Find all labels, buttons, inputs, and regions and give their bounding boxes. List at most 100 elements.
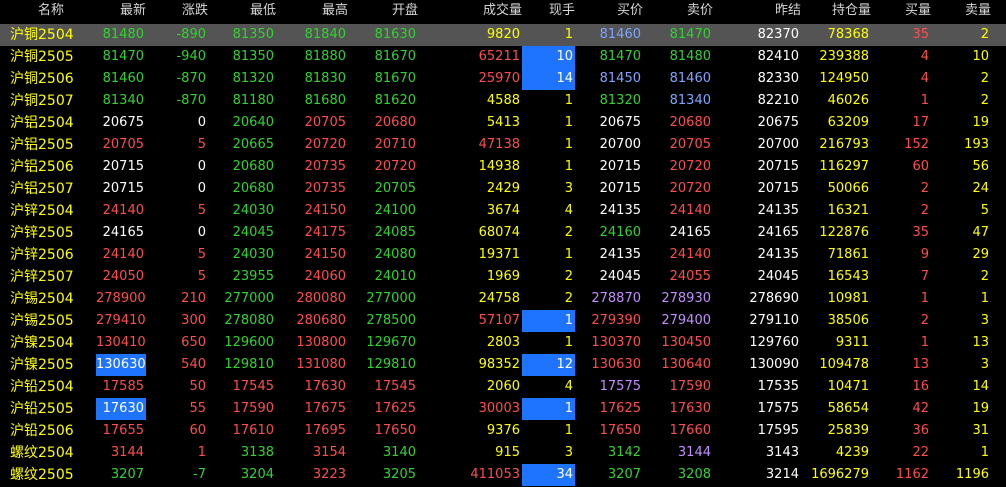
col-header-hand[interactable]: 现手 [522, 0, 575, 22]
cell-ask: 17630 [669, 401, 711, 416]
quote-row[interactable]: 沪铝2504 20675 0 20640 20705 20680 5413 1 20675 206… [0, 112, 1006, 134]
col-header-prev-settle[interactable]: 昨结 [713, 0, 801, 22]
quote-row[interactable]: 沪铝2505 20705 5 20665 20720 20710 47138 1 20700 20… [0, 134, 1006, 156]
quote-row[interactable]: 沪铜2505 81470 -940 81350 81880 81670 65211 10 814… [0, 46, 1006, 68]
cell-change: 540 [181, 357, 206, 372]
cell-ask-vol: 31 [972, 423, 989, 438]
cell-prev: 82330 [757, 71, 799, 86]
quote-row[interactable]: 沪铜2507 81340 -870 81180 81680 81620 4588 1 81320… [0, 90, 1006, 112]
cell-change: 0 [197, 181, 206, 196]
cell-prev: 3143 [765, 445, 799, 460]
cell-volume: 57107 [478, 313, 520, 328]
cell-volume: 2060 [486, 379, 520, 394]
quote-row[interactable]: 沪铜2504 81480 -890 81350 81840 81630 9820 1 81460… [0, 24, 1006, 46]
quote-row[interactable]: 沪铅2505 17630 55 17590 17675 17625 30003 1 17625 1… [0, 398, 1006, 420]
cell-hand: 1 [564, 27, 573, 42]
cell-bid: 24160 [599, 225, 641, 240]
col-header-change[interactable]: 涨跌 [146, 0, 208, 22]
cell-bid-vol: 2 [920, 313, 929, 328]
col-header-ask[interactable]: 卖价 [643, 0, 713, 22]
col-header-bid-vol[interactable]: 买量 [871, 0, 931, 22]
quote-row[interactable]: 沪锌2505 24165 0 24045 24175 24085 68074 2 24160 24… [0, 222, 1006, 244]
cell-position: 9311 [835, 335, 869, 350]
cell-high: 3223 [312, 467, 346, 482]
cell-ask: 130640 [661, 357, 711, 372]
quote-row[interactable]: 沪铝2506 20715 0 20680 20735 20720 14938 1 20715 20… [0, 156, 1006, 178]
cell-bid: 17575 [599, 379, 641, 394]
quote-row[interactable]: 沪锡2504 278900 210 277000 280080 277000 24758 2 2… [0, 288, 1006, 310]
cell-low: 277000 [224, 291, 274, 306]
cell-low: 24030 [232, 247, 274, 262]
cell-ask-vol: 13 [972, 335, 989, 350]
cell-ask: 81480 [669, 49, 711, 64]
cell-bid-vol: 36 [912, 423, 929, 438]
col-header-bid[interactable]: 买价 [575, 0, 643, 22]
cell-high: 280680 [296, 313, 346, 328]
cell-change: 210 [181, 291, 206, 306]
cell-high: 280080 [296, 291, 346, 306]
quote-row[interactable]: 沪铅2504 17585 50 17545 17630 17545 2060 4 17575 17… [0, 376, 1006, 398]
col-header-position[interactable]: 持仓量 [801, 0, 871, 22]
cell-name: 沪铝2505 [10, 137, 74, 153]
cell-bid: 81450 [599, 71, 641, 86]
cell-hand: 10 [522, 46, 575, 68]
col-header-name[interactable]: 名称 [0, 0, 96, 22]
cell-position: 50066 [827, 181, 869, 196]
cell-change: 0 [197, 225, 206, 240]
col-header-open[interactable]: 开盘 [348, 0, 418, 22]
cell-ask: 20680 [669, 115, 711, 130]
quote-row[interactable]: 沪镍2505 130630 540 129810 131080 129810 98352 12… [0, 354, 1006, 376]
cell-name: 沪铅2505 [10, 401, 74, 417]
quote-row[interactable]: 沪锌2506 24140 5 24030 24150 24080 19371 1 24135 24… [0, 244, 1006, 266]
cell-open: 129670 [366, 335, 416, 350]
cell-name: 沪铅2504 [10, 379, 74, 395]
quote-row[interactable]: 沪铜2506 81460 -870 81320 81830 81670 25970 14 814… [0, 68, 1006, 90]
cell-position: 38506 [827, 313, 869, 328]
cell-position: 58654 [827, 401, 869, 416]
cell-low: 17610 [232, 423, 274, 438]
cell-position: 122876 [819, 225, 869, 240]
quote-row[interactable]: 沪锡2505 279410 300 278080 280680 278500 57107 1 2… [0, 310, 1006, 332]
cell-ask: 24140 [669, 203, 711, 218]
cell-bid-vol: 9 [920, 247, 929, 262]
cell-ask-vol: 2 [980, 71, 989, 86]
col-header-high[interactable]: 最高 [276, 0, 348, 22]
col-header-ask-vol[interactable]: 卖量 [931, 0, 991, 22]
futures-quote-table: 名称 最新 涨跌 最低 最高 开盘 成交量 现手 买价 卖价 昨结 持仓量 买量… [0, 0, 1006, 487]
cell-low: 81180 [232, 93, 274, 108]
cell-low: 278080 [224, 313, 274, 328]
cell-ask: 3208 [677, 467, 711, 482]
quote-row[interactable]: 螺纹2504 3144 1 3138 3154 3140 915 3 3142 3144 3143 4… [0, 442, 1006, 464]
cell-hand: 2 [564, 225, 573, 240]
quote-row[interactable]: 螺纹2505 3207 -7 3204 3223 3205 411053 34 3207 3208… [0, 464, 1006, 486]
cell-ask: 81460 [669, 71, 711, 86]
cell-low: 23955 [232, 269, 274, 284]
cell-change: 55 [189, 401, 206, 416]
cell-name: 螺纹2504 [10, 445, 74, 461]
quote-row[interactable]: 沪锌2504 24140 5 24030 24150 24100 3674 4 24135 241… [0, 200, 1006, 222]
cell-low: 20665 [232, 137, 274, 152]
cell-hand: 14 [522, 68, 575, 90]
cell-open: 81620 [374, 93, 416, 108]
quote-row[interactable]: 沪铅2506 17655 60 17610 17695 17650 9376 1 17650 17… [0, 420, 1006, 442]
cell-position: 1696279 [811, 467, 869, 482]
cell-volume: 68074 [478, 225, 520, 240]
cell-bid-vol: 42 [912, 401, 929, 416]
quote-row[interactable]: 沪镍2504 130410 650 129600 130800 129670 2803 1 13… [0, 332, 1006, 354]
cell-volume: 411053 [470, 467, 520, 482]
cell-ask: 24055 [669, 269, 711, 284]
cell-name: 螺纹2505 [10, 467, 74, 483]
cell-prev: 24165 [757, 225, 799, 240]
col-header-volume[interactable]: 成交量 [418, 0, 522, 22]
quote-row[interactable]: 沪锌2507 24050 5 23955 24060 24010 1969 2 24045 240… [0, 266, 1006, 288]
cell-open: 278500 [366, 313, 416, 328]
cell-last: 20705 [102, 137, 144, 152]
cell-change: -870 [176, 71, 206, 86]
cell-ask-vol: 29 [972, 247, 989, 262]
col-header-last[interactable]: 最新 [96, 0, 146, 22]
col-header-low[interactable]: 最低 [208, 0, 276, 22]
cell-name: 沪铜2507 [10, 93, 74, 109]
quote-row[interactable]: 沪铝2507 20715 0 20680 20735 20705 2429 3 20715 207… [0, 178, 1006, 200]
cell-last: 81340 [102, 93, 144, 108]
cell-bid: 24135 [599, 203, 641, 218]
